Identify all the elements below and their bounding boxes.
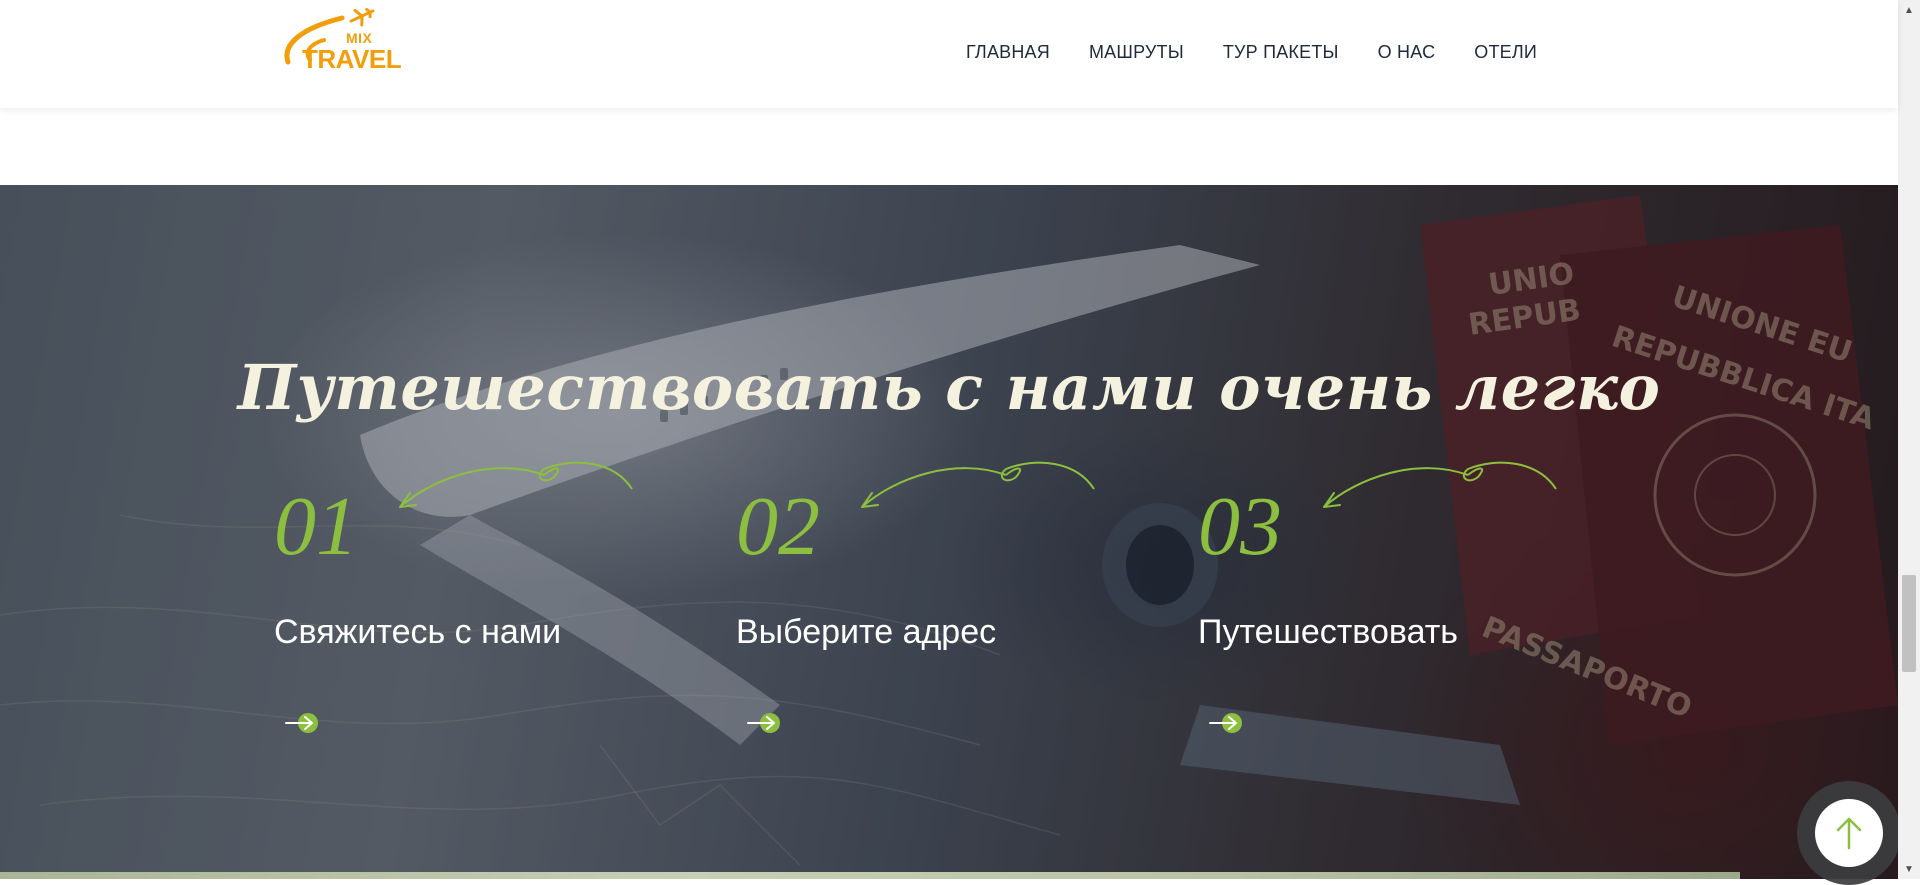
site-header: MIX TRAVEL ГЛАВНАЯ МАШРУТЫ ТУР ПАКЕТЫ О … (0, 0, 1898, 108)
page-scrollbar[interactable]: ▲ ▼ (1898, 0, 1920, 879)
nav-item-tour-packages[interactable]: ТУР ПАКЕТЫ (1223, 42, 1339, 63)
scrollbar-thumb[interactable] (1902, 575, 1916, 672)
main-nav: ГЛАВНАЯ МАШРУТЫ ТУР ПАКЕТЫ О НАС ОТЕЛИ (966, 42, 1537, 63)
nav-item-home[interactable]: ГЛАВНАЯ (966, 42, 1050, 63)
nav-item-about[interactable]: О НАС (1378, 42, 1436, 63)
nav-item-hotels[interactable]: ОТЕЛИ (1474, 42, 1537, 63)
scroll-to-top-button[interactable] (1815, 799, 1883, 867)
step-card-2: 02 Выберите адрес (736, 185, 1136, 879)
logo-travel-text: TRAVEL (302, 44, 402, 74)
curved-arrow-icon (861, 461, 1095, 508)
step-card-1: 01 Свяжитесь с нами (274, 185, 674, 879)
travel-mix-logo[interactable]: MIX TRAVEL (280, 4, 402, 76)
arrow-right-icon[interactable] (284, 711, 320, 735)
curved-arrow-icon (399, 461, 633, 508)
step-title: Выберите адрес (736, 613, 997, 651)
arrow-right-icon[interactable] (1208, 711, 1244, 735)
map-strip (0, 872, 1740, 879)
curved-arrow-icon (1323, 461, 1557, 508)
step-title: Путешествовать (1198, 613, 1459, 651)
scroll-up-arrow-icon[interactable]: ▲ (1898, 0, 1920, 20)
step-number: 01 (274, 480, 358, 573)
step-number: 02 (736, 480, 820, 573)
how-it-works-section: UNIO REPUB UNIONE EU REPUBBLICA ITA PASS… (0, 185, 1898, 879)
arrow-up-icon (1836, 817, 1862, 850)
scroll-down-arrow-icon[interactable]: ▼ (1898, 859, 1920, 879)
scroll-to-top-ring (1797, 781, 1901, 885)
step-number: 03 (1198, 480, 1282, 573)
arrow-right-icon[interactable] (746, 711, 782, 735)
nav-item-routes[interactable]: МАШРУТЫ (1089, 42, 1184, 63)
step-title: Свяжитесь с нами (274, 613, 562, 651)
step-card-3: 03 Путешествовать (1198, 185, 1598, 879)
